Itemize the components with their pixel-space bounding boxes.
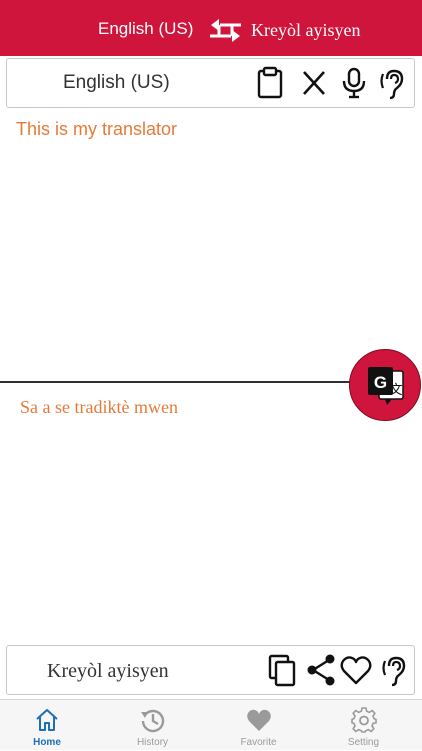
heart-icon [340, 656, 372, 685]
clear-button[interactable] [297, 66, 331, 100]
listen-source-button[interactable] [375, 66, 409, 100]
voice-input-button[interactable] [337, 66, 371, 100]
tab-setting[interactable]: Setting [311, 700, 416, 751]
tab-label: History [136, 737, 169, 748]
output-language-label: Kreyòl ayisyen [47, 660, 169, 682]
listen-translation-button[interactable] [377, 653, 411, 687]
source-text-area[interactable]: This is my translator [16, 118, 177, 140]
output-toolbar: Kreyòl ayisyen [6, 645, 415, 695]
swap-arrows-icon [210, 19, 241, 42]
svg-text:文: 文 [389, 382, 402, 397]
listen-ear-icon [382, 656, 406, 687]
listen-ear-icon [380, 69, 404, 100]
translate-button[interactable]: G 文 [349, 349, 421, 421]
favorite-button[interactable] [339, 653, 373, 687]
copy-icon [268, 654, 296, 687]
tab-history[interactable]: History [100, 700, 205, 751]
translated-text: Sa a se tradiktè mwen [20, 397, 178, 417]
google-translate-icon: G 文 [368, 367, 404, 405]
share-button[interactable] [304, 653, 338, 687]
target-language-selector[interactable]: Kreyòl ayisyen [251, 19, 360, 41]
tab-label: Favorite [240, 737, 277, 748]
bottom-tab-bar: Home History Favorite Setting [0, 699, 422, 750]
heart-icon [246, 707, 272, 733]
microphone-icon [342, 67, 366, 99]
clear-x-icon [303, 71, 325, 95]
copy-button[interactable] [265, 653, 299, 687]
language-header: English (US) Kreyòl ayisyen [0, 0, 422, 56]
tab-home[interactable]: Home [0, 700, 105, 751]
tab-label: Home [33, 737, 61, 748]
swap-languages-button[interactable] [207, 15, 245, 45]
paste-button[interactable] [253, 66, 287, 100]
tab-label: Setting [347, 737, 380, 748]
home-icon [34, 707, 60, 733]
svg-text:G: G [374, 373, 387, 392]
input-language-label: English (US) [63, 72, 170, 93]
gear-icon [351, 707, 377, 733]
clipboard-icon [257, 66, 283, 99]
history-icon [140, 707, 166, 733]
section-divider [0, 381, 360, 383]
share-icon [307, 654, 335, 686]
tab-favorite[interactable]: Favorite [206, 700, 311, 751]
input-toolbar: English (US) [6, 58, 415, 108]
source-language-selector[interactable]: English (US) [98, 19, 193, 39]
